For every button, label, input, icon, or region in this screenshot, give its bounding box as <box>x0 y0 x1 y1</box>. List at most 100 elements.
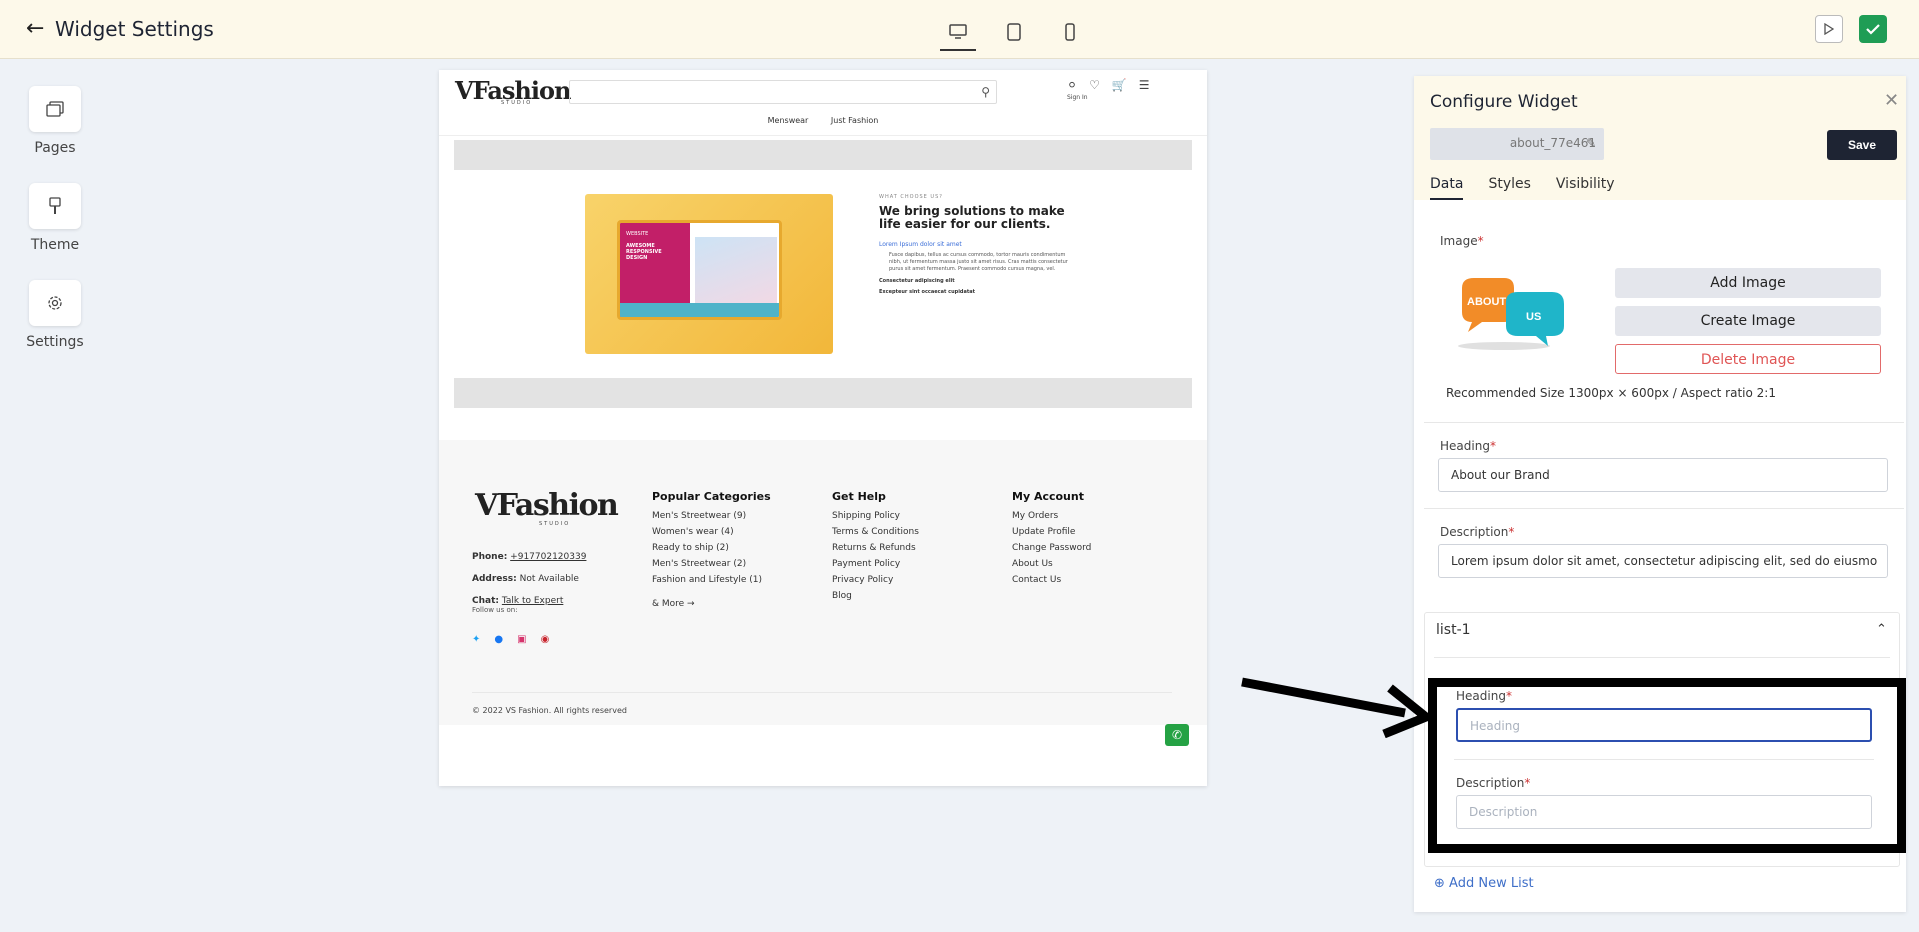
store-nav: Menswear Just Fashion <box>439 116 1207 125</box>
widget-name-field[interactable]: about_77e461 ✎ <box>1430 128 1604 160</box>
sidebar-item-pages[interactable]: Pages <box>0 86 110 156</box>
twitter-icon[interactable]: ✦ <box>472 634 480 645</box>
tab-data[interactable]: Data <box>1430 176 1464 200</box>
monitor-graphic: WEBSITE AWESOME RESPONSIVE DESIGN <box>617 220 782 320</box>
panel-title: Configure Widget <box>1430 92 1578 112</box>
tablet-icon[interactable] <box>996 16 1032 48</box>
footer-divider <box>472 692 1172 693</box>
footer-link[interactable]: Women's wear (4) <box>652 527 771 537</box>
about-link[interactable]: Lorem Ipsum dolor sit amet <box>879 241 1079 248</box>
store-nav-item[interactable]: Menswear <box>768 116 809 125</box>
mobile-icon[interactable] <box>1052 16 1088 48</box>
footer-link[interactable]: Men's Streetwear (9) <box>652 511 771 521</box>
sidebar-item-label: Settings <box>26 334 84 350</box>
footer-link[interactable]: Ready to ship (2) <box>652 543 771 553</box>
placeholder-bar <box>454 140 1192 170</box>
menu-icon[interactable]: ☰ <box>1139 78 1150 92</box>
footer-col-account: My Account My Orders Update Profile Chan… <box>1012 490 1092 585</box>
sidebar-item-settings[interactable]: Settings <box>0 280 110 350</box>
annotation-highlight-box <box>1428 678 1906 853</box>
store-header: VFashion STUDIO ⚲ ⚪ ♡ 🛒 ☰ Sign In Menswe… <box>439 70 1207 136</box>
screen-label: WEBSITE <box>626 231 649 237</box>
footer-col-categories: Popular Categories Men's Streetwear (9) … <box>652 490 771 609</box>
panel-tabs: Data Styles Visibility <box>1430 176 1640 200</box>
store-nav-item[interactable]: Just Fashion <box>831 116 878 125</box>
list-title[interactable]: list-1 <box>1436 622 1471 638</box>
svg-text:US: US <box>1526 311 1541 323</box>
footer-link[interactable]: Change Password <box>1012 543 1091 553</box>
add-new-list-button[interactable]: ⊕ Add New List <box>1434 876 1534 891</box>
footer-link[interactable]: Returns & Refunds <box>832 543 919 553</box>
follow-label: Follow us on: <box>472 606 518 614</box>
divider <box>1424 508 1904 509</box>
divider <box>1434 657 1890 658</box>
footer-more-link[interactable]: & More → <box>652 599 771 609</box>
heading-label: Heading* <box>1440 439 1496 453</box>
about-us-image-preview: ABOUT US <box>1458 278 1564 350</box>
plus-circle-icon: ⊕ <box>1434 876 1445 891</box>
description-label: Description* <box>1440 525 1515 539</box>
whatsapp-icon[interactable]: ✆ <box>1165 724 1189 746</box>
panel-header: Configure Widget ✕ about_77e461 ✎ Save Da… <box>1414 76 1906 200</box>
instagram-icon[interactable]: ▣ <box>517 634 526 645</box>
save-button[interactable]: Save <box>1827 130 1897 160</box>
store-logo-sub: STUDIO <box>501 100 533 106</box>
about-bullet: Consectetur adipiscing elit <box>879 278 955 284</box>
sidebar-item-theme[interactable]: Theme <box>0 183 110 253</box>
chat-link[interactable]: Talk to Expert <box>502 596 563 606</box>
tab-visibility[interactable]: Visibility <box>1556 176 1615 200</box>
heart-icon[interactable]: ♡ <box>1089 78 1100 92</box>
gear-icon <box>29 280 81 326</box>
back-arrow-icon[interactable]: ← <box>26 17 44 41</box>
device-switcher <box>940 16 1108 51</box>
store-search-input[interactable]: ⚲ <box>569 80 997 104</box>
footer-logo[interactable]: VFashion <box>475 488 619 523</box>
tab-styles[interactable]: Styles <box>1488 176 1530 200</box>
footer-link[interactable]: Blog <box>832 591 919 601</box>
facebook-icon[interactable]: ● <box>494 634 503 645</box>
footer-link[interactable]: Update Profile <box>1012 527 1091 537</box>
image-label: Image* <box>1440 234 1484 248</box>
preview-play-button[interactable] <box>1815 15 1843 43</box>
heading-input[interactable]: About our Brand <box>1438 458 1888 492</box>
close-icon[interactable]: ✕ <box>1884 90 1899 111</box>
social-links: ✦ ● ▣ ◉ <box>472 634 549 645</box>
create-image-button[interactable]: Create Image <box>1615 306 1881 336</box>
footer-link[interactable]: Men's Streetwear (2) <box>652 559 771 569</box>
store-header-icons: ⚪ ♡ 🛒 ☰ <box>1067 78 1150 92</box>
annotation-arrow-icon <box>1241 677 1430 738</box>
pinterest-icon[interactable]: ◉ <box>541 634 550 645</box>
chevron-up-icon[interactable]: ⌃ <box>1876 622 1887 637</box>
brush-icon <box>29 183 81 229</box>
footer-link[interactable]: Contact Us <box>1012 575 1091 585</box>
description-input[interactable]: Lorem ipsum dolor sit amet, consectetur … <box>1438 544 1888 578</box>
page-title: Widget Settings <box>55 17 214 41</box>
footer-link[interactable]: About Us <box>1012 559 1091 569</box>
about-heading: We bring solutions to make life easier f… <box>879 204 1065 231</box>
about-image: WEBSITE AWESOME RESPONSIVE DESIGN <box>585 194 833 354</box>
cart-icon[interactable]: 🛒 <box>1112 78 1127 92</box>
sidebar-item-label: Pages <box>34 140 76 156</box>
footer-phone: Phone: +917702120339 <box>472 552 587 562</box>
pencil-icon[interactable]: ✎ <box>1586 135 1596 151</box>
footer-link[interactable]: Payment Policy <box>832 559 919 569</box>
desktop-icon[interactable] <box>940 16 976 51</box>
top-bar: ← Widget Settings <box>0 0 1919 59</box>
footer-link[interactable]: Fashion and Lifestyle (1) <box>652 575 771 585</box>
search-icon: ⚲ <box>981 85 990 99</box>
footer-address: Address: Not Available <box>472 574 579 584</box>
footer-link[interactable]: Shipping Policy <box>832 511 919 521</box>
user-icon[interactable]: ⚪ <box>1067 78 1077 92</box>
store-footer: VFashion STUDIO Phone: +917702120339 Add… <box>439 440 1207 725</box>
sign-in-label[interactable]: Sign In <box>1067 94 1088 101</box>
footer-link[interactable]: Terms & Conditions <box>832 527 919 537</box>
publish-check-button[interactable] <box>1859 15 1887 43</box>
delete-image-button[interactable]: Delete Image <box>1615 344 1881 374</box>
about-paragraph: Fusce dapibus, tellus ac cursus commodo,… <box>889 252 1068 272</box>
phone-link[interactable]: +917702120339 <box>510 552 586 562</box>
footer-link[interactable]: My Orders <box>1012 511 1091 521</box>
about-text: WHAT CHOOSE US? We bring solutions to ma… <box>879 194 1079 295</box>
about-eyebrow: WHAT CHOOSE US? <box>879 194 943 200</box>
add-image-button[interactable]: Add Image <box>1615 268 1881 298</box>
footer-link[interactable]: Privacy Policy <box>832 575 919 585</box>
